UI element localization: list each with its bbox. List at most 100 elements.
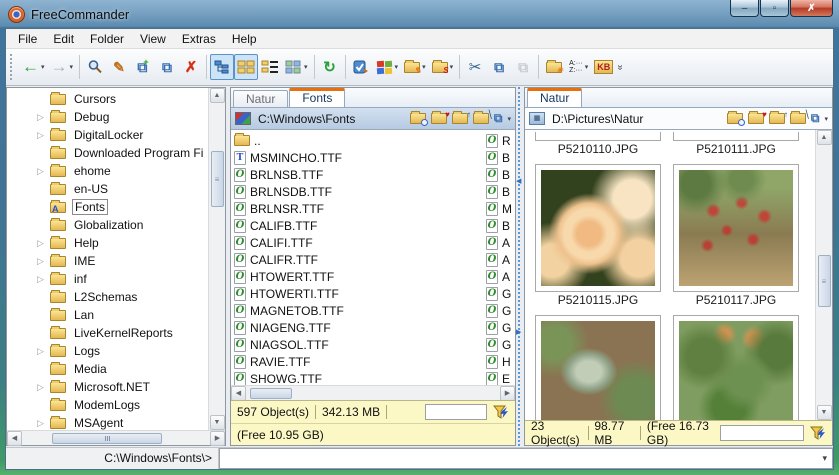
tree-item[interactable]: ▷ inf	[37, 270, 208, 288]
root-folder-button[interactable]: ╲	[472, 111, 492, 126]
file-row[interactable]: O MAGNETOB.TTF	[231, 302, 515, 319]
toolbar-overflow-chevron[interactable]: »	[615, 64, 626, 70]
thumbnail[interactable]	[673, 315, 799, 420]
copy-path-icon[interactable]: ⧉	[811, 111, 820, 126]
thumbnails-dropdown[interactable]: ▾	[304, 63, 308, 71]
copy-button[interactable]: ⧉	[487, 54, 511, 80]
file-list-horizontal-scrollbar[interactable]: ◀ ▶	[231, 385, 515, 401]
file-row[interactable]: T MSMINCHO.TTF	[231, 149, 515, 166]
folder-edit-button[interactable]: ✎ ▾	[401, 54, 429, 80]
tab-natur[interactable]: Natur	[233, 90, 289, 107]
file-row[interactable]: O BRLNSR.TTF	[231, 200, 515, 217]
tab-fonts[interactable]: Fonts	[289, 88, 346, 107]
move-to-button[interactable]: ⧉	[155, 54, 179, 80]
path-dropdown[interactable]: ▾	[507, 115, 511, 123]
filter-input[interactable]	[425, 404, 487, 420]
folder-history-button[interactable]	[409, 111, 428, 126]
delete-button[interactable]: ✗	[179, 54, 203, 80]
expand-arrow-icon[interactable]: ▷	[37, 112, 50, 123]
thumbnail[interactable]	[535, 164, 661, 292]
expand-arrow-icon[interactable]: ▷	[37, 346, 50, 357]
panel-splitter[interactable]: ◀ ▶	[516, 87, 524, 446]
favorites-button[interactable]: ♥	[430, 111, 450, 126]
properties-button[interactable]	[349, 54, 373, 80]
tree-item-fonts-selected[interactable]: ▷AFonts	[37, 198, 208, 216]
menu-edit[interactable]: Edit	[45, 30, 82, 48]
cut-button[interactable]: ✂	[463, 54, 487, 80]
folder-edit-dropdown[interactable]: ▾	[422, 63, 426, 71]
scroll-thumb[interactable]	[250, 387, 292, 399]
file-row[interactable]: ..	[231, 132, 515, 149]
thumbnails-view-button[interactable]: ▾	[282, 54, 311, 80]
menu-view[interactable]: View	[132, 30, 174, 48]
path-dropdown[interactable]: ▾	[824, 115, 828, 123]
maximize-button[interactable]: ▫	[760, 0, 789, 17]
expand-arrow-icon[interactable]: ▷	[37, 418, 50, 429]
tree-horizontal-scrollbar[interactable]: ◀ ▶	[7, 430, 225, 446]
command-input[interactable]: ▾	[219, 448, 833, 469]
file-row[interactable]: O BRLNSB.TTF	[231, 166, 515, 183]
back-button[interactable]: ← ▾	[19, 54, 48, 80]
refresh-button[interactable]: ↻	[318, 54, 342, 80]
copy-to-button[interactable]: ⧉ +	[131, 54, 155, 80]
scroll-left-arrow[interactable]: ◀	[231, 385, 246, 401]
file-row[interactable]: OB	[483, 149, 515, 166]
special-folders-dropdown[interactable]: ▾	[450, 63, 454, 71]
search-button[interactable]	[83, 54, 107, 80]
copy-path-icon[interactable]: ⧉	[494, 111, 503, 126]
tree-item[interactable]: ▷L2Schemas	[37, 288, 208, 306]
file-row[interactable]: OA	[483, 268, 515, 285]
tree-item[interactable]: ▷ Help	[37, 234, 208, 252]
windows-menu-button[interactable]: ▾	[373, 54, 402, 80]
thumbnail-vertical-scrollbar[interactable]: ▲ ≡ ▼	[815, 130, 832, 420]
file-row[interactable]: OE	[483, 370, 515, 385]
menu-extras[interactable]: Extras	[174, 30, 224, 48]
scroll-down-arrow[interactable]: ▼	[209, 415, 225, 430]
filter-funnel-icon[interactable]	[810, 426, 826, 441]
filter-input[interactable]	[720, 425, 805, 441]
file-row[interactable]: OG	[483, 302, 515, 319]
expand-arrow-icon[interactable]: ▷	[37, 256, 50, 267]
thumbnail[interactable]	[673, 132, 799, 141]
folder-history-button[interactable]	[726, 111, 745, 126]
file-row[interactable]: OA	[483, 251, 515, 268]
tree-vertical-scrollbar[interactable]: ▲ ≡ ▼	[208, 88, 225, 430]
scroll-up-arrow[interactable]: ▲	[816, 130, 832, 145]
scroll-thumb[interactable]: ≡	[817, 255, 831, 307]
file-row[interactable]: OA	[483, 234, 515, 251]
root-folder-button[interactable]: ╲	[789, 111, 809, 126]
sort-button[interactable]: A:··· Z:··· ▾	[566, 54, 591, 80]
tree-item[interactable]: ▷ DigitalLocker	[37, 126, 208, 144]
file-row[interactable]: O NIAGSOL.TTF	[231, 336, 515, 353]
tree-item[interactable]: ▷ ehome	[37, 162, 208, 180]
sort-dropdown[interactable]: ▾	[585, 63, 589, 71]
file-row[interactable]: OB	[483, 166, 515, 183]
command-dropdown-icon[interactable]: ▾	[817, 453, 832, 464]
scroll-thumb[interactable]: ≡	[210, 151, 224, 207]
expand-arrow-icon[interactable]: ▷	[37, 238, 50, 249]
dual-panel-toggle[interactable]	[234, 54, 259, 80]
tree-view-toggle[interactable]	[210, 54, 235, 80]
tree-item[interactable]: ▷ Logs	[37, 342, 208, 360]
scroll-up-arrow[interactable]: ▲	[209, 88, 225, 103]
edit-file-button[interactable]: ✎	[107, 54, 131, 80]
scroll-left-arrow[interactable]: ◀	[7, 430, 22, 446]
tree-item[interactable]: ▷Media	[37, 360, 208, 378]
thumbnail[interactable]	[673, 164, 799, 292]
kb-button[interactable]: KB	[591, 54, 616, 80]
tree-item[interactable]: ▷LiveKernelReports	[37, 324, 208, 342]
menu-help[interactable]: Help	[224, 30, 265, 48]
file-row[interactable]: O RAVIE.TTF	[231, 353, 515, 370]
tree-item[interactable]: ▷Cursors	[37, 90, 208, 108]
windows-menu-dropdown[interactable]: ▾	[395, 63, 399, 71]
special-folders-button[interactable]: S ▾	[429, 54, 457, 80]
file-row[interactable]: O HTOWERTI.TTF	[231, 285, 515, 302]
tree-item[interactable]: ▷ IME	[37, 252, 208, 270]
toolbar-grip[interactable]	[10, 54, 15, 80]
filter-funnel-icon[interactable]	[493, 405, 509, 420]
file-row[interactable]: OB	[483, 183, 515, 200]
file-row[interactable]: OG	[483, 336, 515, 353]
up-level-button[interactable]: ↑	[768, 111, 788, 126]
file-row[interactable]: OR	[483, 132, 515, 149]
file-row[interactable]: OB	[483, 217, 515, 234]
